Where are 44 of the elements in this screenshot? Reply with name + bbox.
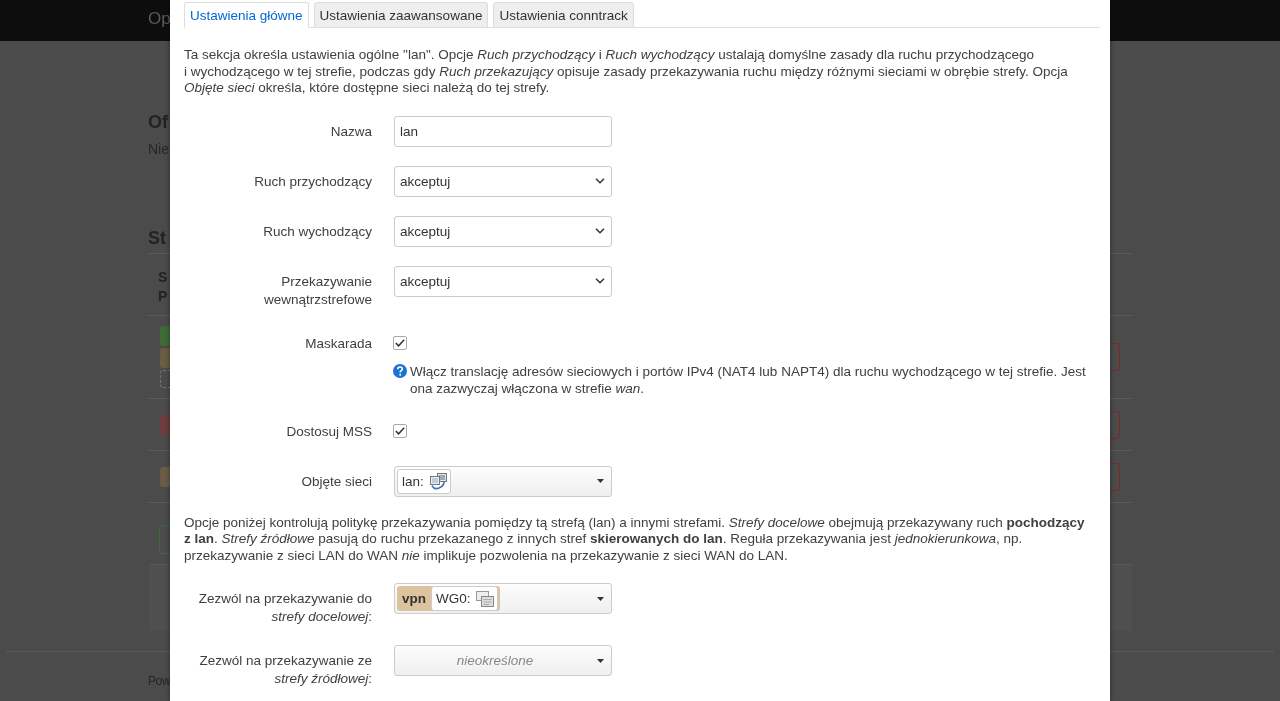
header-title: Op	[148, 9, 170, 29]
tab[interactable]: Ustawienia zaawansowane	[313, 2, 489, 28]
field-label: Nazwa	[330, 122, 372, 141]
zone-select[interactable]: vpn WG0:	[394, 583, 612, 614]
caret-icon	[597, 479, 604, 483]
help-icon	[393, 363, 407, 378]
description-text: Opcje poniżej kontrolują politykę przekazywania pomiędzy tą strefą (lan) a innymi strefami. Strefy docelowe obejmują przekazywany ruch pochodzący z lan. Strefy źródłowe pasują do ruchu przekazanego z innych stref skierowanych do lan. Reguła przekazywania jest jednokierunkowa, np. przekazywanie z sieci LAN do WAN nie implikuje pozwolenia na przekazywanie z sieci WAN do LAN.	[184, 514, 1086, 564]
chevron-down-icon	[595, 278, 605, 284]
button-edge[interactable]	[1110, 343, 1120, 371]
tab[interactable]: Ustawienia główne	[184, 2, 309, 28]
button-edge[interactable]	[1110, 462, 1120, 491]
field-label: Maskarada	[305, 334, 372, 353]
text-input[interactable]: lan	[394, 115, 612, 147]
caret-icon	[597, 596, 604, 601]
field-label: Zezwól na przekazywanie ze strefy źródłowej:	[198, 652, 372, 688]
description-text: Ta sekcja określa ustawienia ogólne "lan". Opcje Ruch przychodzący i Ruch wychodzący ustalają domyślne zasady dla ruchu przychodzącego i wychodzącego w tej strefie, podczas gdy Ruch przekazujący opisuje zasady przekazywania ruchu między różnymi sieciami w obrębie strefy. Opcja Objęte sieci określa, które dostępne sieci należą do tej strefy.	[184, 47, 1069, 97]
tab[interactable]: Ustawienia conntrack	[493, 2, 634, 28]
field-label: Przekazywanie wewnątrzstrefowe	[262, 272, 372, 309]
caret-icon	[597, 658, 604, 663]
network-select[interactable]: lan:	[394, 465, 612, 497]
field-label: Objęte sieci	[301, 472, 372, 491]
stacked-screens-icon	[475, 590, 494, 607]
field-label: Zezwól na przekazywanie do strefy docelowej:	[197, 590, 372, 626]
panel	[149, 564, 170, 631]
network-name: lan:	[402, 472, 424, 490]
check-icon	[395, 427, 405, 435]
field-label: Ruch przychodzący	[254, 172, 372, 191]
select-field[interactable]: akceptuj	[394, 165, 612, 197]
computers-icon	[428, 472, 447, 490]
checkbox[interactable]	[393, 424, 407, 438]
field-label: Ruch wychodzący	[263, 222, 372, 241]
select-field[interactable]: akceptuj	[394, 265, 612, 297]
help-text: Włącz translację adresów sieciowych i portów IPv4 (NAT4 lub NAPT4) dla ruchu wychodzącego w tej strefie. Jest ona zazwyczaj włączona w strefie wan.	[410, 362, 1087, 397]
chevron-down-icon	[595, 228, 605, 234]
panel	[1110, 564, 1132, 631]
zone-name: vpn	[401, 590, 427, 607]
check-icon	[395, 339, 405, 347]
chevron-down-icon	[595, 178, 605, 184]
network-name: WG0:	[436, 590, 471, 607]
button-edge[interactable]	[1110, 410, 1120, 439]
checkbox[interactable]	[393, 336, 407, 350]
select-field[interactable]: akceptuj	[394, 215, 612, 247]
placeholder-text: nieokreślone	[455, 653, 535, 668]
field-label: Dostosuj MSS	[286, 422, 372, 441]
